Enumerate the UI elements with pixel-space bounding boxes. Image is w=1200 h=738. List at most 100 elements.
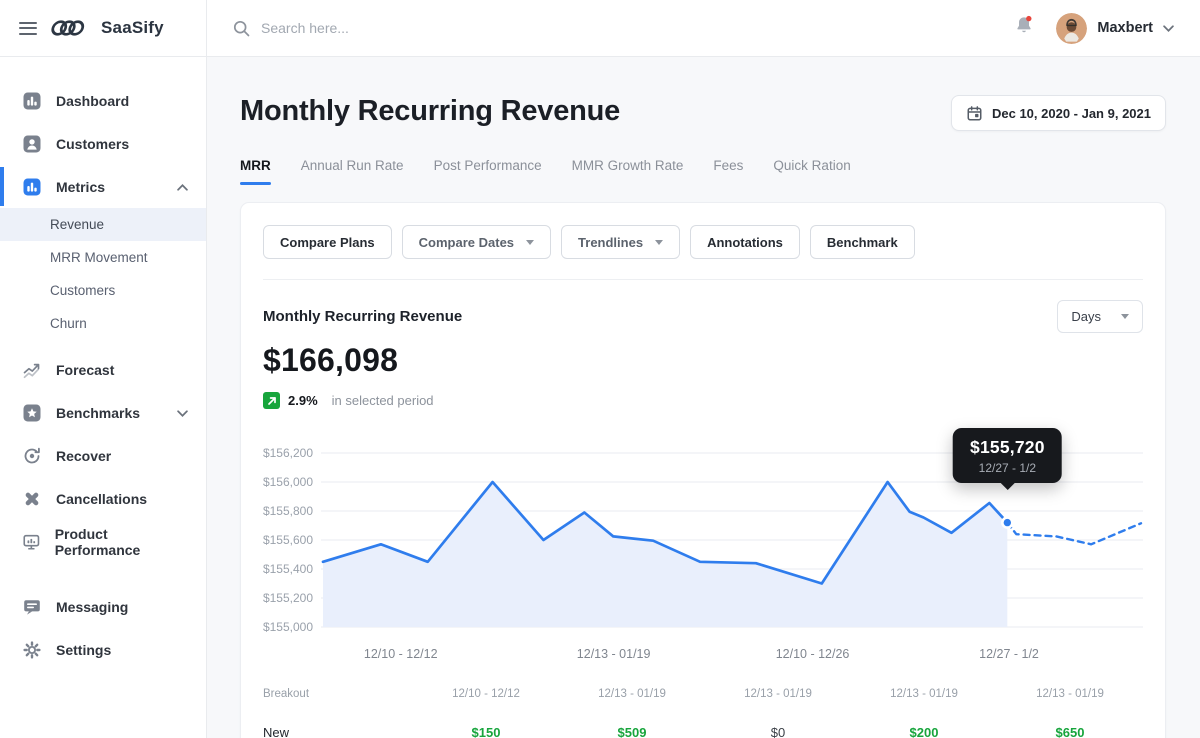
- tab-post-performance[interactable]: Post Performance: [434, 158, 542, 185]
- caret-down-icon: [526, 240, 534, 245]
- sidebar-subitem-revenue[interactable]: Revenue: [0, 208, 206, 241]
- mrr-card: Compare Plans Compare Dates Trendlines A…: [240, 202, 1166, 738]
- y-axis-label: $155,000: [263, 620, 313, 634]
- chevron-up-icon: [177, 178, 188, 196]
- divider: [263, 279, 1143, 280]
- tooltip-value: $155,720: [970, 437, 1045, 458]
- user-menu[interactable]: Maxbert: [1056, 13, 1174, 44]
- sidebar-item-messaging[interactable]: Messaging: [0, 585, 206, 628]
- sidebar-item-label: Product Performance: [55, 526, 188, 558]
- sidebar-item-customers[interactable]: Customers: [0, 122, 206, 165]
- user-icon: [22, 134, 42, 154]
- sidebar-item-label: Forecast: [56, 362, 114, 378]
- sidebar-item-label: Customers: [56, 136, 129, 152]
- sidebar-item-label: Metrics: [56, 179, 105, 195]
- sidebar-divider-gap: [0, 563, 206, 585]
- caret-down-icon: [1121, 314, 1129, 319]
- chart-tooltip: $155,720 12/27 - 1/2: [953, 428, 1062, 483]
- column-header: 12/13 - 01/19: [997, 688, 1143, 700]
- sidebar-item-settings[interactable]: Settings: [0, 628, 206, 671]
- button-label: Annotations: [707, 235, 783, 250]
- table-cell: $0: [705, 725, 851, 738]
- caret-down-icon: [655, 240, 663, 245]
- table-cell: $509: [559, 725, 705, 738]
- sidebar-item-cancellations[interactable]: Cancellations: [0, 477, 206, 520]
- y-axis-label: $155,800: [263, 504, 313, 518]
- tabs: MRR Annual Run Rate Post Performance MMR…: [240, 158, 1166, 185]
- benchmark-button[interactable]: Benchmark: [810, 225, 915, 259]
- y-axis-label: $155,400: [263, 562, 313, 576]
- column-header: 12/13 - 01/19: [559, 688, 705, 700]
- star-icon: [22, 403, 42, 423]
- interval-select[interactable]: Days: [1057, 300, 1143, 333]
- bandage-cross-icon: [22, 489, 42, 509]
- button-label: Trendlines: [578, 235, 643, 250]
- tooltip-period: 12/27 - 1/2: [970, 461, 1045, 475]
- page-title: Monthly Recurring Revenue: [240, 95, 620, 128]
- sidebar-item-benchmarks[interactable]: Benchmarks: [0, 391, 206, 434]
- topbar: SaaSify: [0, 0, 1200, 57]
- sidebar-subitem-mrr-movement[interactable]: MRR Movement: [0, 241, 206, 274]
- user-name: Maxbert: [1097, 20, 1153, 36]
- metric-change: 2.9%: [288, 393, 318, 408]
- sidebar-item-recover[interactable]: Recover: [0, 434, 206, 477]
- metric-change-caption: in selected period: [332, 393, 434, 408]
- calendar-icon: [966, 105, 983, 122]
- highlight-dot: [1002, 518, 1012, 528]
- tooltip-arrow: [999, 482, 1015, 490]
- column-header: 12/10 - 12/12: [413, 688, 559, 700]
- sidebar-item-label: Dashboard: [56, 93, 129, 109]
- hamburger-icon[interactable]: [19, 22, 37, 35]
- compare-dates-button[interactable]: Compare Dates: [402, 225, 551, 259]
- tab-fees[interactable]: Fees: [713, 158, 743, 185]
- table-header-row: Breakout 12/10 - 12/12 12/13 - 01/19 12/…: [263, 677, 1143, 711]
- sidebar-item-dashboard[interactable]: Dashboard: [0, 79, 206, 122]
- main-content: Monthly Recurring Revenue Dec 10, 2020 -…: [207, 57, 1200, 738]
- x-axis-label: 12/27 - 1/2: [979, 647, 1039, 661]
- y-axis-label: $155,200: [263, 591, 313, 605]
- metric-value: $166,098: [263, 342, 1143, 379]
- avatar: [1056, 13, 1087, 44]
- y-axis: $156,200$156,000$155,800$155,600$155,400…: [263, 437, 321, 637]
- x-axis-label: 12/13 - 01/19: [577, 647, 651, 661]
- sidebar-item-forecast[interactable]: Forecast: [0, 348, 206, 391]
- date-range-picker[interactable]: Dec 10, 2020 - Jan 9, 2021: [951, 95, 1166, 131]
- search-icon: [233, 20, 250, 37]
- notification-dot: [1026, 16, 1031, 21]
- annotations-button[interactable]: Annotations: [690, 225, 800, 259]
- tab-annual-run-rate[interactable]: Annual Run Rate: [301, 158, 404, 185]
- x-axis-label: 12/10 - 12/12: [364, 647, 438, 661]
- x-axis: 12/10 - 12/12 12/13 - 01/19 12/10 - 12/26 1…: [321, 637, 1143, 669]
- date-range-label: Dec 10, 2020 - Jan 9, 2021: [992, 106, 1151, 121]
- sidebar-item-product-performance[interactable]: Product Performance: [0, 520, 206, 563]
- sidebar-item-label: Settings: [56, 642, 111, 658]
- tab-mmr-growth-rate[interactable]: MMR Growth Rate: [572, 158, 684, 185]
- interval-label: Days: [1071, 309, 1101, 324]
- table-cell: $150: [413, 725, 559, 738]
- bar-chart-icon: [22, 177, 42, 197]
- brand-name: SaaSify: [101, 18, 164, 38]
- compare-plans-button[interactable]: Compare Plans: [263, 225, 392, 259]
- row-label: New: [263, 725, 413, 738]
- search-input[interactable]: [261, 20, 561, 36]
- table-cell: $650: [997, 725, 1143, 738]
- x-axis-label: 12/10 - 12/26: [776, 647, 850, 661]
- breakout-table: Breakout 12/10 - 12/12 12/13 - 01/19 12/…: [263, 677, 1143, 738]
- chart-toolbar: Compare Plans Compare Dates Trendlines A…: [263, 225, 1143, 259]
- tab-mrr[interactable]: MRR: [240, 158, 271, 185]
- sidebar-subitem-customers[interactable]: Customers: [0, 274, 206, 307]
- metric-title: Monthly Recurring Revenue: [263, 308, 462, 325]
- trendlines-button[interactable]: Trendlines: [561, 225, 680, 259]
- notifications-button[interactable]: [1014, 15, 1034, 41]
- trend-up-badge-icon: [263, 392, 280, 409]
- chevron-down-icon: [1163, 25, 1174, 32]
- chart-plot-area[interactable]: $155,720 12/27 - 1/2: [321, 437, 1143, 637]
- sidebar-subitem-churn[interactable]: Churn: [0, 307, 206, 340]
- search-box[interactable]: [233, 20, 1014, 37]
- tab-quick-ration[interactable]: Quick Ration: [773, 158, 850, 185]
- sidebar-item-metrics[interactable]: Metrics: [0, 165, 206, 208]
- button-label: Compare Plans: [280, 235, 375, 250]
- column-header: Breakout: [263, 688, 413, 700]
- sidebar-item-label: Messaging: [56, 599, 128, 615]
- monitor-chart-icon: [22, 532, 41, 552]
